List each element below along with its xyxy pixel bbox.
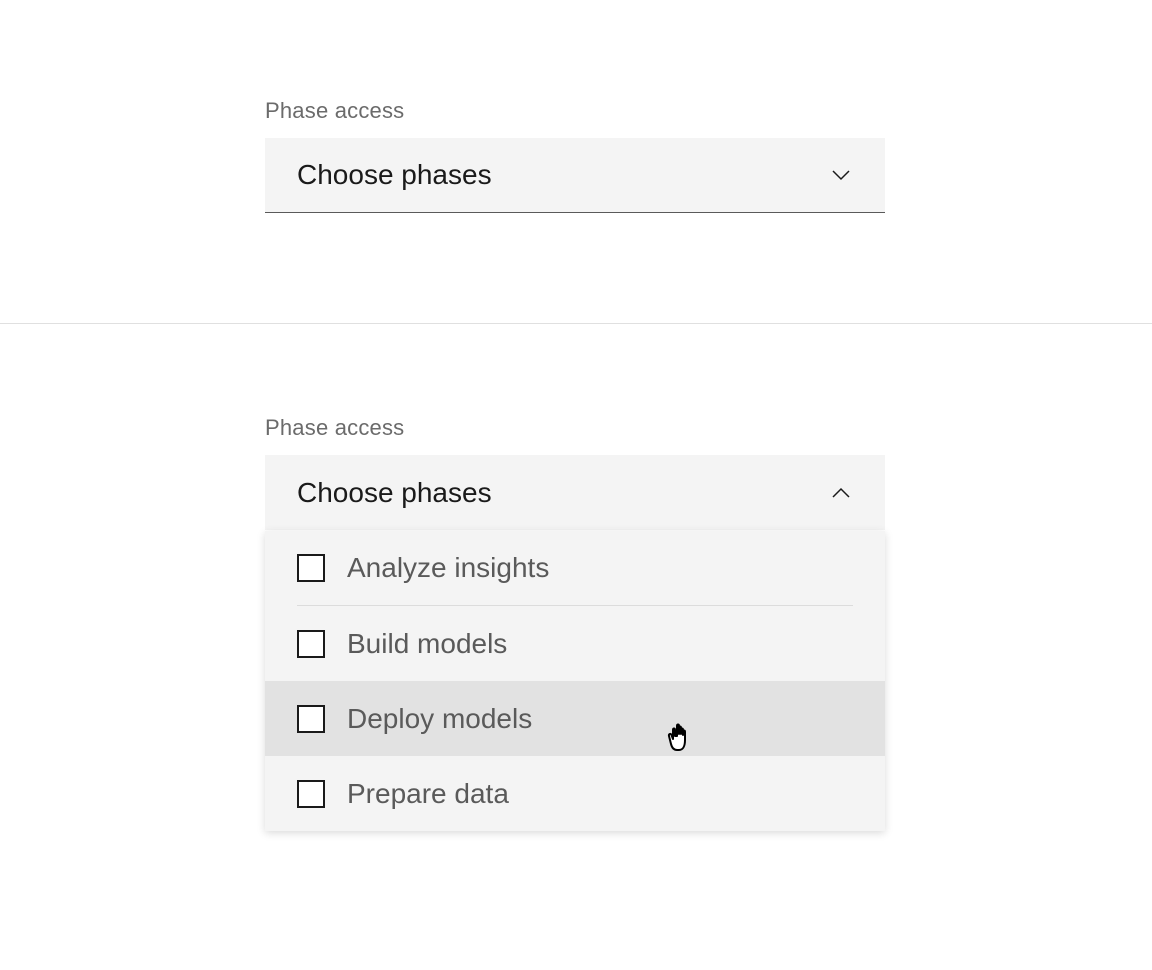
menu-item-analyze-insights[interactable]: Analyze insights [265, 531, 885, 606]
menu-item-prepare-data[interactable]: Prepare data [265, 756, 885, 831]
checkbox[interactable] [297, 630, 325, 658]
dropdown-placeholder: Choose phases [297, 477, 492, 509]
dropdown-placeholder: Choose phases [297, 159, 492, 191]
chevron-up-icon [829, 481, 853, 505]
chevron-down-icon [829, 163, 853, 187]
checkbox[interactable] [297, 554, 325, 582]
menu-item-label: Deploy models [347, 703, 532, 735]
dropdown-menu: Analyze insights Build models Deploy mod… [265, 531, 885, 831]
menu-item-label: Build models [347, 628, 507, 660]
menu-item-deploy-models[interactable]: Deploy models [265, 681, 885, 756]
dropdown-collapsed-section: Phase access Choose phases [265, 0, 885, 213]
menu-item-label: Analyze insights [347, 552, 549, 584]
checkbox[interactable] [297, 705, 325, 733]
field-label: Phase access [265, 415, 885, 441]
dropdown-expanded-section: Phase access Choose phases Analyze insig… [265, 323, 885, 831]
phase-access-dropdown[interactable]: Choose phases [265, 138, 885, 213]
checkbox[interactable] [297, 780, 325, 808]
menu-item-build-models[interactable]: Build models [265, 606, 885, 681]
menu-item-label: Prepare data [347, 778, 509, 810]
phase-access-dropdown[interactable]: Choose phases [265, 455, 885, 530]
field-label: Phase access [265, 98, 885, 124]
